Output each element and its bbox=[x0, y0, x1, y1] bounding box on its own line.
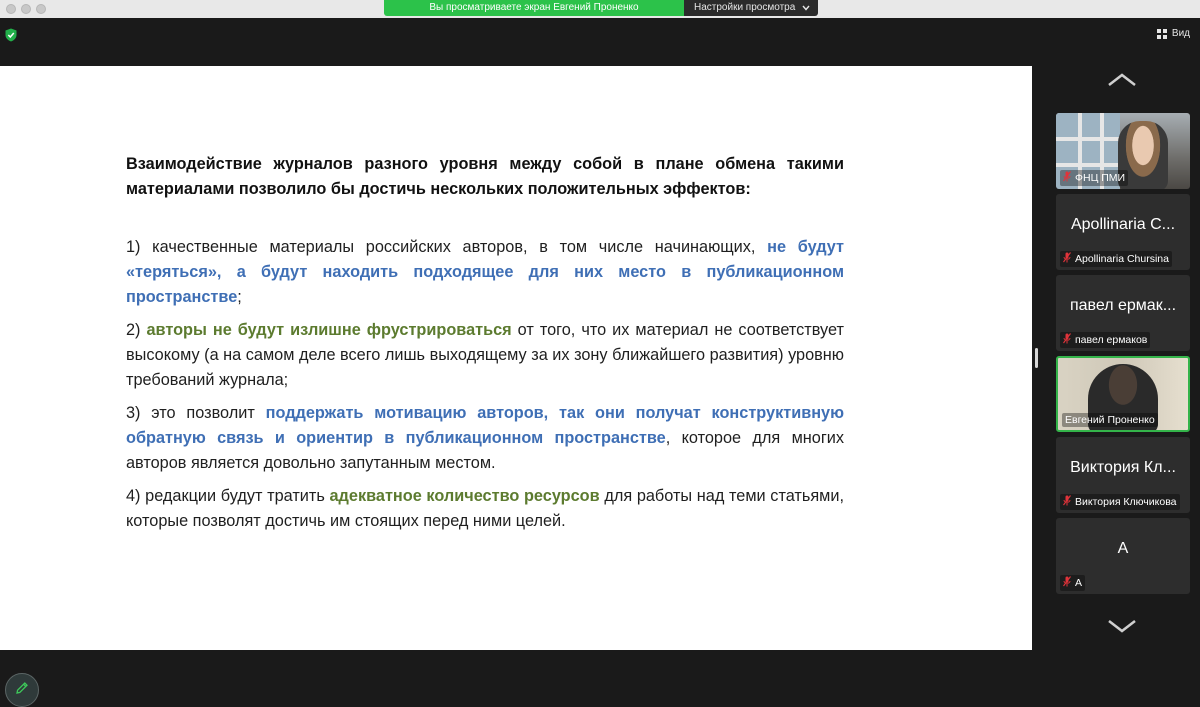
chevron-up-icon[interactable] bbox=[1106, 70, 1138, 90]
document-paragraph-1: 1) качественные материалы российских авт… bbox=[126, 235, 844, 310]
participant-display-name: Виктория Кл... bbox=[1070, 459, 1176, 476]
participant-tile[interactable]: павел ермак... павел ермаков bbox=[1056, 275, 1190, 351]
participant-name: Apollinaria Chursina bbox=[1075, 253, 1169, 265]
view-settings-label: Настройки просмотра bbox=[694, 2, 796, 13]
chevron-down-icon[interactable] bbox=[1106, 616, 1138, 636]
participant-name: Виктория Ключикова bbox=[1075, 496, 1177, 508]
view-settings-dropdown[interactable]: Настройки просмотра bbox=[684, 0, 818, 16]
meeting-top-bar: Вид bbox=[0, 18, 1200, 66]
document-paragraph-4: 4) редакции будут тратить адекватное кол… bbox=[126, 484, 844, 534]
splitter-handle[interactable] bbox=[1035, 348, 1038, 368]
participant-tile[interactable]: Apollinaria C... Apollinaria Chursina bbox=[1056, 194, 1190, 270]
highlighted-text: адекватное количество ресурсов bbox=[329, 487, 600, 505]
shield-check-icon[interactable] bbox=[5, 28, 17, 42]
window-close-button[interactable] bbox=[6, 4, 16, 14]
view-button-label: Вид bbox=[1171, 28, 1190, 39]
document-paragraph-2: 2) авторы не будут излишне фрустрировать… bbox=[126, 318, 844, 393]
mic-muted-icon bbox=[1063, 333, 1071, 347]
mic-muted-icon bbox=[1063, 252, 1071, 266]
participant-name: Евгений Проненко bbox=[1065, 414, 1155, 426]
chevron-down-icon bbox=[802, 0, 810, 16]
paragraph-text: 4) редакции будут тратить bbox=[126, 487, 330, 505]
participant-name-label: ФНЦ ПМИ bbox=[1060, 170, 1129, 186]
participant-name-label: Виктория Ключикова bbox=[1060, 494, 1180, 510]
paragraph-text: ; bbox=[237, 288, 242, 306]
participant-name: павел ермаков bbox=[1075, 334, 1148, 346]
mic-muted-icon bbox=[1063, 495, 1071, 509]
view-button[interactable]: Вид bbox=[1156, 28, 1190, 39]
screen-share-banner: Вы просматриваете экран Евгений Проненко bbox=[384, 0, 684, 16]
paragraph-text: 1) качественные материалы российских авт… bbox=[126, 238, 768, 256]
participant-tile[interactable]: ФНЦ ПМИ bbox=[1056, 113, 1190, 189]
paragraph-text: 2) bbox=[126, 321, 147, 339]
participant-display-name: А bbox=[1117, 540, 1129, 557]
participant-display-name: павел ермак... bbox=[1069, 297, 1177, 314]
document-heading: Взаимодействие журналов разного уровня м… bbox=[126, 155, 844, 198]
participant-name-label: А bbox=[1060, 575, 1086, 591]
window-zoom-button[interactable] bbox=[36, 4, 46, 14]
window-minimize-button[interactable] bbox=[21, 4, 31, 14]
grid-view-icon bbox=[1156, 28, 1167, 39]
document-paragraph-3: 3) это позволит поддержать мотивацию авт… bbox=[126, 401, 844, 476]
paragraph-text: 3) это позволит bbox=[126, 404, 266, 422]
participant-tile-active-speaker[interactable]: Евгений Проненко bbox=[1056, 356, 1190, 432]
participant-name: А bbox=[1075, 577, 1083, 589]
mic-muted-icon bbox=[1063, 576, 1071, 590]
pencil-icon bbox=[15, 681, 29, 700]
mic-muted-icon bbox=[1063, 171, 1071, 185]
document-text: Взаимодействие журналов разного уровня м… bbox=[126, 152, 844, 542]
participant-name-label: павел ермаков bbox=[1060, 332, 1151, 348]
panel-splitter[interactable] bbox=[1032, 66, 1046, 650]
participant-sidebar: ФНЦ ПМИ Apollinaria C... Apollinaria Chu… bbox=[1046, 66, 1200, 650]
participant-name: ФНЦ ПМИ bbox=[1075, 172, 1126, 184]
participant-name-label: Евгений Проненко bbox=[1062, 413, 1158, 427]
participant-display-name: Apollinaria C... bbox=[1070, 216, 1176, 233]
highlighted-text: авторы не будут излишне фрустрироваться bbox=[146, 321, 512, 339]
participant-name-label: Apollinaria Chursina bbox=[1060, 251, 1172, 267]
shared-screen: Взаимодействие журналов разного уровня м… bbox=[0, 66, 1032, 707]
annotate-button[interactable] bbox=[5, 673, 39, 707]
participant-tile[interactable]: Виктория Кл... Виктория Ключикова bbox=[1056, 437, 1190, 513]
participant-tile[interactable]: А А bbox=[1056, 518, 1190, 594]
window-titlebar: Вы просматриваете экран Евгений Проненко… bbox=[0, 0, 1200, 18]
